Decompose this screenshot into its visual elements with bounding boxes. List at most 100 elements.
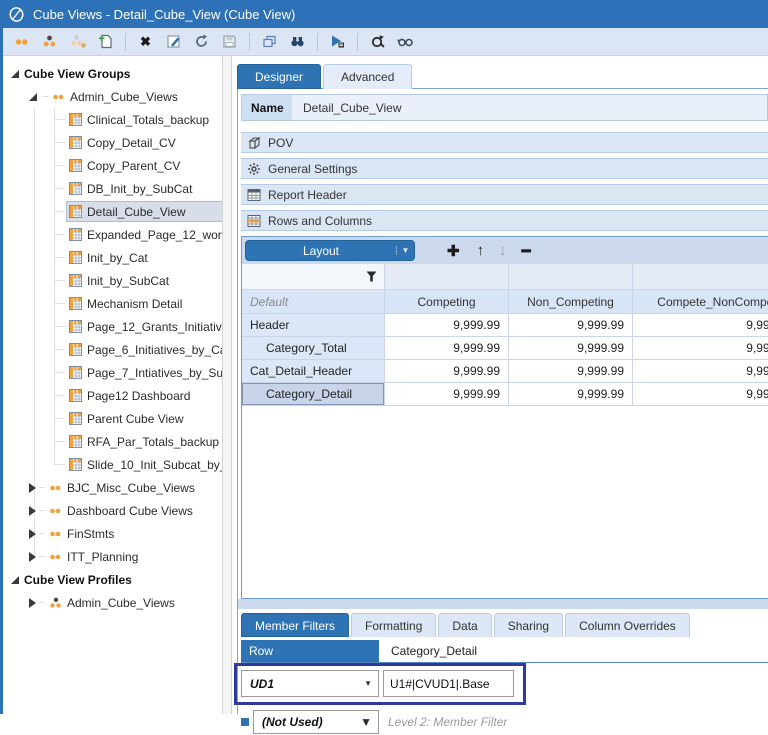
tree-item-detail-cube-view-selected[interactable]: Detail_Cube_View: [3, 200, 222, 223]
filter-cell[interactable]: [509, 264, 633, 290]
grid-value-cell[interactable]: 9,999.99: [385, 337, 509, 360]
tree-root-cube-view-groups[interactable]: Cube View Groups: [3, 62, 222, 85]
grid-row-label[interactable]: Cat_Detail_Header: [242, 360, 385, 383]
grid-value-cell[interactable]: 9,999.99: [633, 383, 768, 406]
collapse-arrow-icon[interactable]: [29, 483, 36, 493]
grid-value-cell[interactable]: 9,999.99: [633, 337, 768, 360]
section-report-header[interactable]: Report Header: [241, 184, 768, 205]
onestream-logo-icon: [8, 6, 25, 23]
tab-data[interactable]: Data: [438, 613, 491, 637]
row-bar-value: Category_Detail: [383, 640, 768, 662]
expand-arrow-icon[interactable]: [11, 70, 19, 78]
grid-value-cell[interactable]: 9,999.99: [633, 360, 768, 383]
expand-arrow-icon[interactable]: [29, 93, 37, 101]
edit-icon[interactable]: [165, 33, 182, 50]
assign-arrow-icon[interactable]: [329, 33, 346, 50]
add-group-icon[interactable]: [69, 33, 86, 50]
tree-group-dashboard-cube-views[interactable]: Dashboard Cube Views: [3, 499, 222, 522]
binoculars-icon[interactable]: [289, 33, 306, 50]
grid-column-header[interactable]: Compete_NonCompet: [633, 290, 768, 314]
tree-item-page-6-initiatives-by-category[interactable]: Page_6_Initiatives_by_Categ: [3, 338, 222, 361]
collapse-arrow-icon[interactable]: [29, 598, 36, 608]
grid-value-cell[interactable]: 9,999.99: [385, 383, 509, 406]
tab-sharing[interactable]: Sharing: [494, 613, 563, 637]
tree-item-init-by-cat[interactable]: Init_by_Cat: [3, 246, 222, 269]
cascade-windows-icon[interactable]: [261, 33, 278, 50]
tab-advanced[interactable]: Advanced: [323, 64, 412, 89]
tree-item-mechanism-detail[interactable]: Mechanism Detail: [3, 292, 222, 315]
refresh-icon[interactable]: [193, 33, 210, 50]
name-input[interactable]: Detail_Cube_View: [292, 95, 767, 120]
tree-item-label: Mechanism Detail: [87, 297, 182, 311]
remove-row-icon[interactable]: ━: [522, 242, 531, 260]
delete-icon[interactable]: ✖: [137, 33, 154, 50]
horizontal-splitter[interactable]: [238, 599, 768, 609]
tree-item-page-12-grants-initiatives[interactable]: Page_12_Grants_Initiatives_: [3, 315, 222, 338]
grid-value-cell[interactable]: 9,999.99: [385, 360, 509, 383]
tree-root-cube-view-profiles[interactable]: Cube View Profiles: [3, 568, 222, 591]
grid-value-cell[interactable]: 9,999.99: [509, 337, 633, 360]
section-general-settings[interactable]: General Settings: [241, 158, 768, 179]
grid-row-label[interactable]: Category_Total: [242, 337, 385, 360]
tree-profile-admin-cube-views[interactable]: Admin_Cube_Views: [3, 591, 222, 614]
grid-column-header[interactable]: Non_Competing: [509, 290, 633, 314]
tab-column-overrides[interactable]: Column Overrides: [565, 613, 690, 637]
section-label: General Settings: [268, 162, 357, 176]
grid-column-header[interactable]: Competing: [385, 290, 509, 314]
tree-group-admin-cube-views[interactable]: Admin_Cube_Views: [3, 85, 222, 108]
glasses-icon[interactable]: [397, 33, 414, 50]
move-up-icon[interactable]: ↑: [477, 242, 485, 259]
tree-group-bjc-misc-cube-views[interactable]: BJC_Misc_Cube_Views: [3, 476, 222, 499]
tab-formatting[interactable]: Formatting: [351, 613, 436, 637]
tree-group-finstmts[interactable]: FinStmts: [3, 522, 222, 545]
tree-item-init-by-subcat[interactable]: Init_by_SubCat: [3, 269, 222, 292]
cube-view-grid-icon: [69, 435, 82, 448]
tree-item-clinical-totals-backup[interactable]: Clinical_Totals_backup: [3, 108, 222, 131]
find-replace-icon[interactable]: [369, 33, 386, 50]
ud1-dimension-dropdown[interactable]: UD1 ▼: [241, 670, 379, 697]
tree-item-db-init-by-subcat[interactable]: DB_Init_by_SubCat: [3, 177, 222, 200]
grid-value-cell[interactable]: 9,999.99: [509, 383, 633, 406]
expand-arrow-icon[interactable]: [11, 576, 19, 584]
layout-dropdown-button[interactable]: Layout ▼: [245, 240, 415, 261]
tree-item-slide-10-init-subcat[interactable]: Slide_10_Init_Subcat_by_Me: [3, 453, 222, 476]
collapse-arrow-icon[interactable]: [29, 506, 36, 516]
grid-value-cell[interactable]: 9,999.99: [385, 314, 509, 337]
collapse-arrow-icon[interactable]: [29, 552, 36, 562]
new-cube-view-icon[interactable]: [97, 33, 114, 50]
cube-views-dots-icon[interactable]: [13, 33, 30, 50]
tree-group-itt-planning[interactable]: ITT_Planning: [3, 545, 222, 568]
move-down-icon[interactable]: ↓: [499, 242, 507, 259]
filter-cell[interactable]: [242, 264, 385, 290]
tree-item-page12-dashboard[interactable]: Page12 Dashboard: [3, 384, 222, 407]
grid-corner-cell: Default: [242, 290, 385, 314]
tree-item-copy-parent-cv[interactable]: Copy_Parent_CV: [3, 154, 222, 177]
tab-designer[interactable]: Designer: [237, 64, 321, 89]
collapse-arrow-icon[interactable]: [29, 529, 36, 539]
row-indicator-square: [241, 718, 249, 726]
tree-item-rfa-par-totals-backup[interactable]: RFA_Par_Totals_backup: [3, 430, 222, 453]
tab-member-filters[interactable]: Member Filters: [241, 613, 349, 637]
section-rows-and-columns[interactable]: Rows and Columns: [241, 210, 768, 231]
tree-item-expanded-page-12-working[interactable]: Expanded_Page_12_workin: [3, 223, 222, 246]
ud1-member-filter-input[interactable]: U1#|CVUD1|.Base: [383, 670, 514, 697]
panel-splitter[interactable]: [222, 56, 232, 714]
cube-view-tree-panel: Cube View Groups Admin_Cube_Views Clinic…: [3, 56, 222, 714]
tree-item-copy-detail-cv[interactable]: Copy_Detail_CV: [3, 131, 222, 154]
grid-row-label[interactable]: Header: [242, 314, 385, 337]
group-dots-icon[interactable]: [41, 33, 58, 50]
save-icon[interactable]: [221, 33, 238, 50]
group-dots-icon: [48, 504, 62, 518]
grid-row-label-selected[interactable]: Category_Detail: [242, 383, 385, 406]
tree-item-page-7-intiatives-by-subcat[interactable]: Page_7_Intiatives_by_SubCa: [3, 361, 222, 384]
filter-cell[interactable]: [385, 264, 509, 290]
grid-value-cell[interactable]: 9,999.99: [633, 314, 768, 337]
chevron-down-icon: ▼: [360, 715, 372, 729]
grid-value-cell[interactable]: 9,999.99: [509, 314, 633, 337]
tree-item-label: Parent Cube View: [87, 412, 184, 426]
tree-item-parent-cube-view[interactable]: Parent Cube View: [3, 407, 222, 430]
filter-cell[interactable]: [633, 264, 768, 290]
section-pov[interactable]: POV: [241, 132, 768, 153]
grid-value-cell[interactable]: 9,999.99: [509, 360, 633, 383]
add-row-icon[interactable]: ✚: [447, 242, 460, 260]
